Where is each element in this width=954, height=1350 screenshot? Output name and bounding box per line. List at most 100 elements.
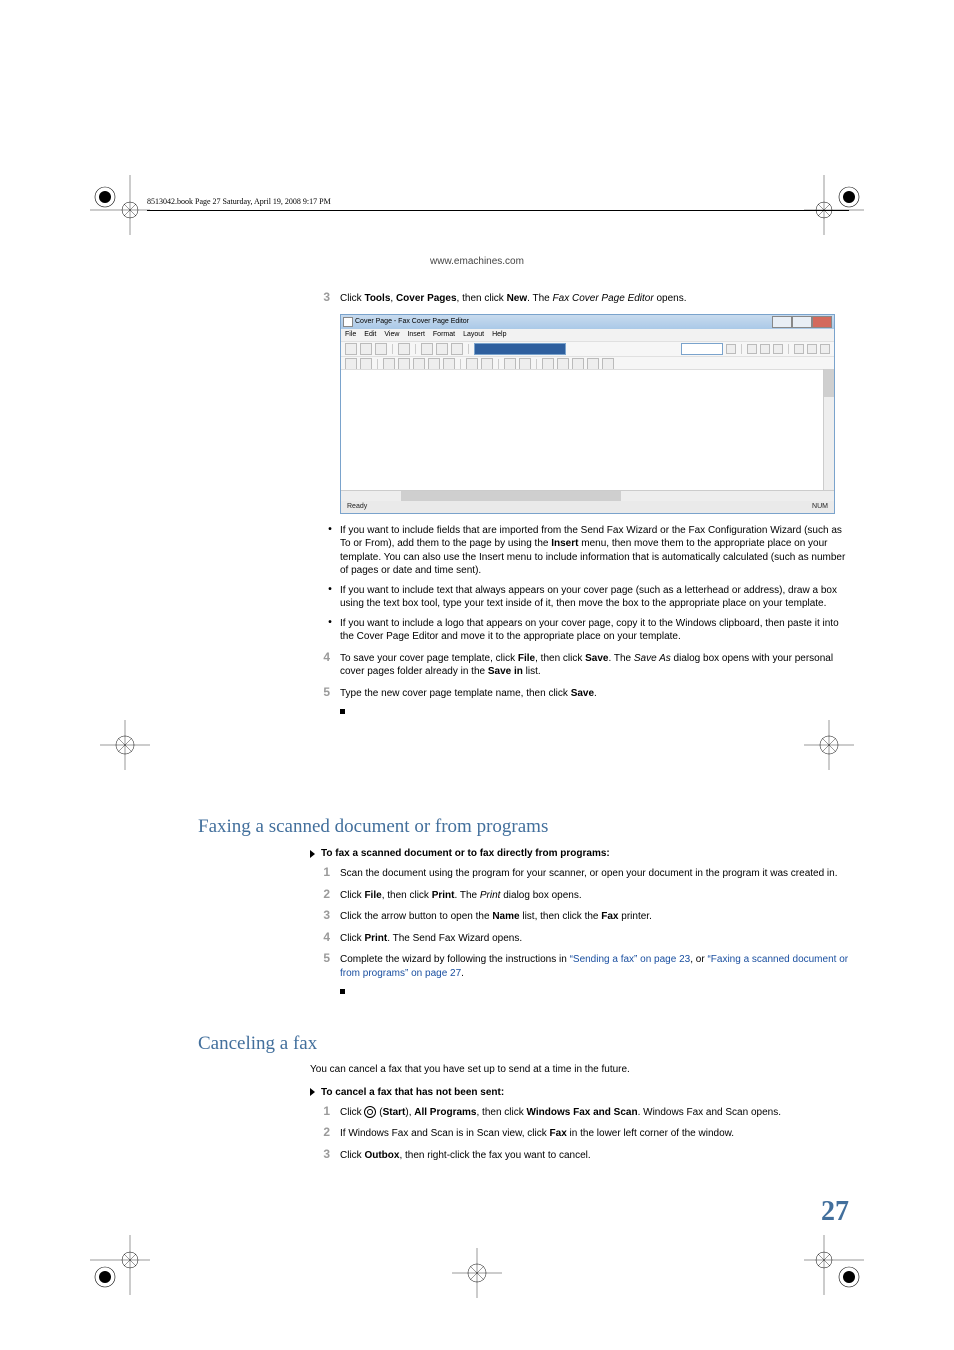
ss-statusbar: Ready NUM: [341, 501, 834, 513]
triangle-icon: [310, 850, 315, 858]
instruction-head: To cancel a fax that has not been sent:: [310, 1087, 850, 1098]
bullet-text-box: • If you want to include text that alway…: [320, 584, 850, 611]
header-rule: [147, 210, 849, 211]
step-num: 5: [310, 685, 330, 699]
step-body: Type the new cover page template name, t…: [340, 687, 850, 701]
text: Click: [340, 890, 364, 901]
bullet-body: If you want to include a logo that appea…: [340, 617, 850, 644]
ss-app-icon: [343, 317, 353, 327]
italic: Print: [480, 890, 501, 901]
save-icon: [375, 343, 387, 355]
step-body: If Windows Fax and Scan is in Scan view,…: [340, 1127, 850, 1141]
text: . The Send Fax Wizard opens.: [387, 933, 522, 944]
ss-scrollbar-h: [341, 490, 834, 501]
b-step-2: 2 If Windows Fax and Scan is in Scan vie…: [310, 1125, 850, 1141]
separator: [498, 359, 499, 369]
text: , then click: [382, 890, 432, 901]
step-3: 3 Click Tools, Cover Pages, then click N…: [310, 290, 850, 306]
text: dialog box opens.: [500, 890, 581, 901]
text: Type the new cover page template name, t…: [340, 688, 571, 699]
text: opens.: [654, 293, 687, 304]
fax-cover-page-editor-screenshot: Cover Page - Fax Cover Page Editor File …: [340, 314, 835, 514]
instruction-title: To cancel a fax that has not been sent:: [321, 1087, 504, 1098]
a-step-5: 5 Complete the wizard by following the i…: [310, 951, 850, 980]
bold: New: [507, 293, 528, 304]
menu-view: View: [384, 331, 399, 338]
end-of-procedure-icon: [340, 709, 345, 714]
separator: [392, 344, 393, 354]
book-header-line: 8513042.book Page 27 Saturday, April 19,…: [147, 197, 331, 206]
maximize-icon: [792, 316, 812, 328]
align-left-icon: [794, 344, 804, 354]
text: . The: [455, 890, 480, 901]
bold: Name: [492, 911, 519, 922]
bold: Tools: [364, 293, 390, 304]
text: .: [594, 688, 597, 699]
text: Click: [340, 1150, 364, 1161]
crop-mark-bl: [90, 1235, 150, 1295]
bold: Insert: [551, 538, 578, 549]
bullet-body: If you want to include text that always …: [340, 584, 850, 611]
step-num: 4: [310, 650, 330, 664]
heading-faxing-scanned: Faxing a scanned document or from progra…: [198, 816, 548, 838]
bullet-logo: • If you want to include a logo that app…: [320, 617, 850, 644]
step-num: 5: [310, 951, 330, 965]
bold: Print: [432, 890, 455, 901]
bold: Fax: [601, 911, 618, 922]
text: Click: [340, 933, 364, 944]
text: If you want to include a logo that appea…: [340, 618, 839, 643]
menu-file: File: [345, 331, 356, 338]
section-a-body: To fax a scanned document or to fax dire…: [310, 844, 850, 997]
crop-mark-bc: [452, 1248, 502, 1298]
bold: Save in: [488, 666, 523, 677]
bold: All Programs: [414, 1107, 476, 1118]
bold: Cover Pages: [396, 293, 457, 304]
ss-status-right: NUM: [812, 503, 828, 510]
text: , then click: [457, 293, 507, 304]
separator: [377, 359, 378, 369]
paste-icon: [451, 343, 463, 355]
text: Scan the document using the program for …: [340, 868, 838, 879]
a-step-1: 1 Scan the document using the program fo…: [310, 865, 850, 881]
separator: [468, 344, 469, 354]
menu-format: Format: [433, 331, 455, 338]
instruction-title: To fax a scanned document or to fax dire…: [321, 848, 610, 859]
bullet-insert-fields: • If you want to include fields that are…: [320, 524, 850, 578]
text: . Windows Fax and Scan opens.: [638, 1107, 781, 1118]
close-icon: [812, 316, 832, 328]
end-of-procedure-icon: [340, 989, 345, 994]
text: printer.: [619, 911, 652, 922]
step-body: To save your cover page template, click …: [340, 652, 850, 679]
copy-icon: [436, 343, 448, 355]
step-body: Click Tools, Cover Pages, then click New…: [340, 292, 850, 306]
bold: Start: [383, 1107, 406, 1118]
step-num: 2: [310, 887, 330, 901]
cut-icon: [421, 343, 433, 355]
page-url: www.emachines.com: [0, 256, 954, 267]
step-num: 4: [310, 930, 330, 944]
section-b-body: You can cancel a fax that you have set u…: [310, 1063, 850, 1168]
ss-toolbar-1: [341, 341, 834, 356]
bold: Outbox: [364, 1150, 399, 1161]
step-body: Click Print. The Send Fax Wizard opens.: [340, 932, 850, 946]
text: in the lower left corner of the window.: [567, 1128, 734, 1139]
text: , or: [690, 954, 707, 965]
bold: Save: [571, 688, 594, 699]
text: To save your cover page template, click: [340, 653, 518, 664]
content-column: 3 Click Tools, Cover Pages, then click N…: [310, 290, 850, 717]
bullet-marker: •: [320, 524, 340, 578]
new-icon: [345, 343, 357, 355]
text: , then click: [477, 1107, 527, 1118]
lead-paragraph: You can cancel a fax that you have set u…: [310, 1063, 850, 1077]
bold: Print: [364, 933, 387, 944]
text: . The: [527, 293, 552, 304]
separator: [460, 359, 461, 369]
ss-status-left: Ready: [347, 503, 367, 510]
link-sending-fax[interactable]: “Sending a fax” on page 23: [570, 954, 691, 965]
text: Click: [340, 293, 364, 304]
minimize-icon: [772, 316, 792, 328]
ss-titlebar: Cover Page - Fax Cover Page Editor: [341, 315, 834, 329]
step-body: Click the arrow button to open the Name …: [340, 910, 850, 924]
align-center-icon: [807, 344, 817, 354]
step-num: 3: [310, 290, 330, 304]
